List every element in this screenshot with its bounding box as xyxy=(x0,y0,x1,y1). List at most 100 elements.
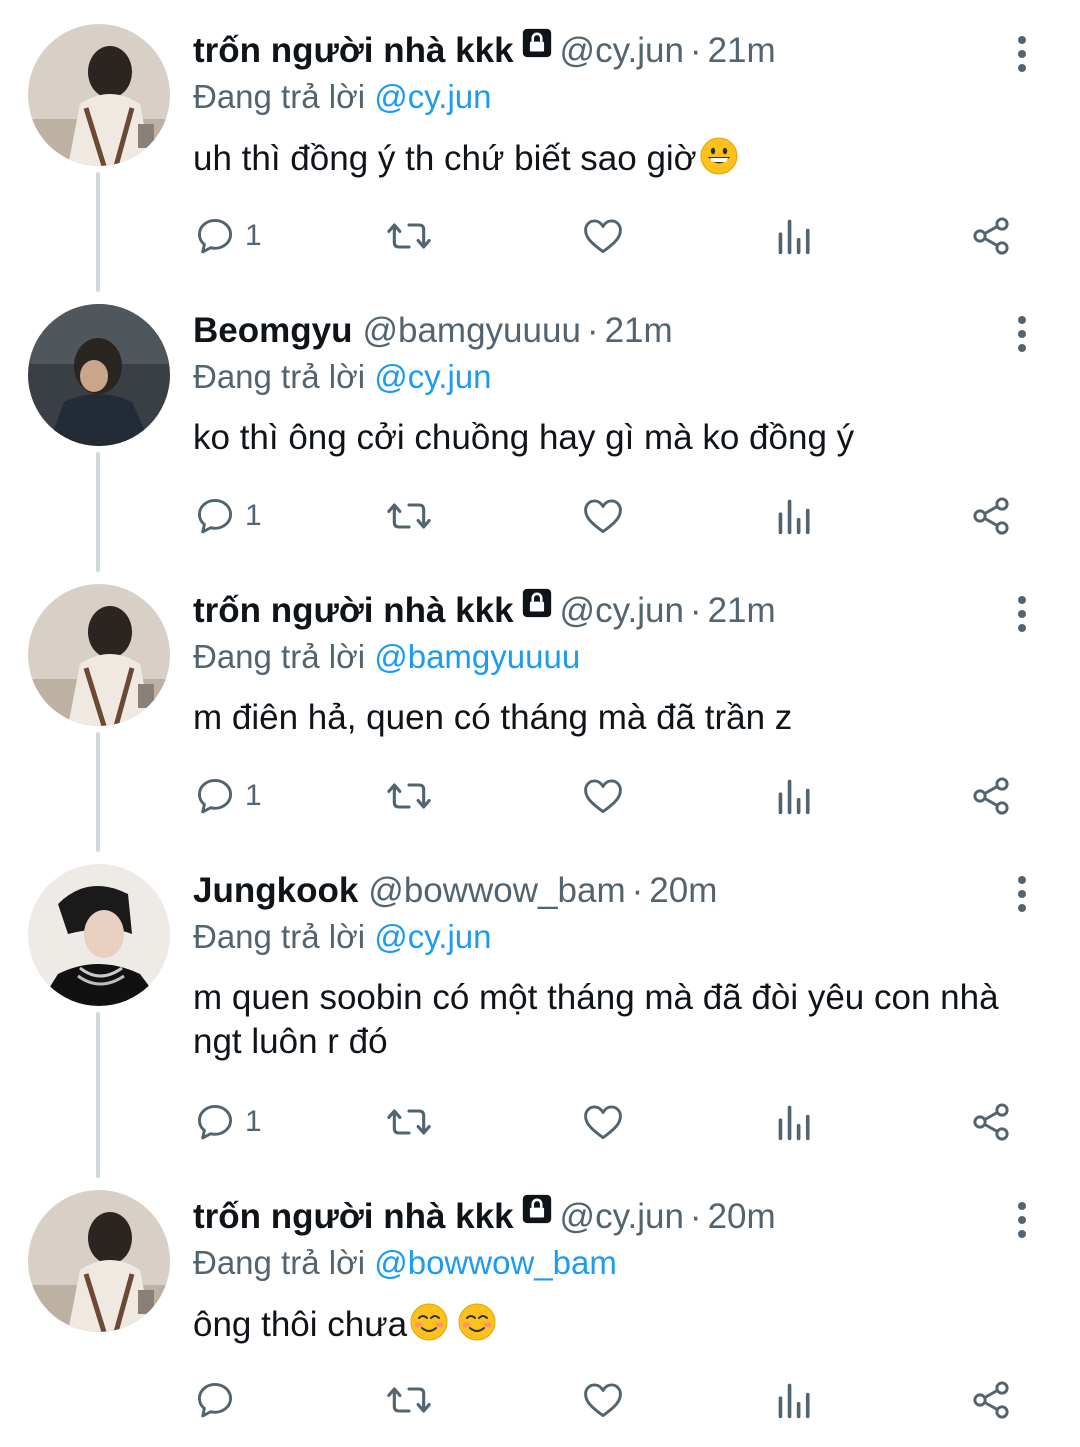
heart-icon xyxy=(584,1383,622,1418)
avatar-cy-jun-image xyxy=(28,24,170,166)
like-button[interactable] xyxy=(581,206,625,266)
replying-to: Đang trả lời @bamgyuuuu xyxy=(193,636,580,678)
reply-count: 1 xyxy=(245,1105,262,1138)
tweet-actions: 1 xyxy=(193,486,1033,546)
handle[interactable]: @cy.jun xyxy=(560,31,684,70)
reply-button[interactable]: 1 xyxy=(193,1092,262,1152)
avatar-jungkook-image xyxy=(28,864,170,1006)
lock-icon xyxy=(520,1192,554,1238)
tweet-header: Jungkook @bowwow_bam · 20m xyxy=(193,868,1000,914)
replying-label: Đang trả lời xyxy=(193,638,366,675)
views-button[interactable] xyxy=(775,206,815,266)
tweet[interactable]: Beomgyu @bamgyuuuu · 21m Đang trả lời @cy.j… xyxy=(0,280,1080,560)
avatar[interactable] xyxy=(28,1190,170,1332)
timestamp[interactable]: 20m xyxy=(708,1197,776,1236)
retweet-button[interactable] xyxy=(385,486,433,546)
retweet-button[interactable] xyxy=(385,1370,433,1430)
share-icon xyxy=(973,1103,1009,1141)
more-options-icon[interactable] xyxy=(1004,594,1040,634)
avatar[interactable] xyxy=(28,24,170,166)
replying-label: Đang trả lời xyxy=(193,1244,366,1281)
tweet-text-content: uh thì đồng ý th chứ biết sao giờ xyxy=(193,139,697,178)
tweet[interactable]: Jungkook @bowwow_bam · 20m Đang trả lời @cy… xyxy=(0,840,1080,1166)
timestamp[interactable]: 21m xyxy=(708,31,776,70)
share-button[interactable] xyxy=(969,1092,1013,1152)
timestamp[interactable]: 21m xyxy=(605,311,673,350)
retweet-icon xyxy=(387,1109,431,1135)
tweet-text-content: m điên hả, quen có tháng mà đã trần z xyxy=(193,698,793,737)
mention-link[interactable]: @cy.jun xyxy=(374,918,491,955)
replying-to: Đang trả lời @cy.jun xyxy=(193,356,491,398)
replying-to: Đang trả lời @bowwow_bam xyxy=(193,1242,617,1284)
timestamp[interactable]: 21m xyxy=(708,591,776,630)
handle[interactable]: @cy.jun xyxy=(560,591,684,630)
more-options-icon[interactable] xyxy=(1004,314,1040,354)
retweet-button[interactable] xyxy=(385,206,433,266)
display-name[interactable]: trốn người nhà kkk xyxy=(193,1197,514,1236)
reply-icon xyxy=(197,1382,233,1418)
handle[interactable]: @cy.jun xyxy=(560,1197,684,1236)
tweet-actions: 1 xyxy=(193,1092,1033,1152)
avatar[interactable] xyxy=(28,864,170,1006)
retweet-icon xyxy=(387,783,431,809)
handle[interactable]: @bowwow_bam xyxy=(368,871,625,910)
replying-label: Đang trả lời xyxy=(193,358,366,395)
share-button[interactable] xyxy=(969,766,1013,826)
display-name[interactable]: Beomgyu xyxy=(193,311,352,350)
display-name[interactable]: trốn người nhà kkk xyxy=(193,31,514,70)
views-button[interactable] xyxy=(775,1370,815,1430)
like-button[interactable] xyxy=(581,766,625,826)
display-name[interactable]: trốn người nhà kkk xyxy=(193,591,514,630)
mention-link[interactable]: @bamgyuuuu xyxy=(374,638,580,675)
reply-button[interactable]: 1 xyxy=(193,766,262,826)
share-button[interactable] xyxy=(969,206,1013,266)
heart-icon xyxy=(584,219,622,254)
like-button[interactable] xyxy=(581,486,625,546)
like-button[interactable] xyxy=(581,1092,625,1152)
tweet-actions: 1 xyxy=(193,766,1033,826)
analytics-icon xyxy=(778,1383,810,1419)
handle[interactable]: @bamgyuuuu xyxy=(362,311,580,350)
tweet-text: m điên hả, quen có tháng mà đã trần z xyxy=(193,696,1020,740)
grinning-face-emoji xyxy=(699,136,739,176)
reply-icon xyxy=(197,1104,233,1140)
retweet-button[interactable] xyxy=(385,766,433,826)
more-options-icon[interactable] xyxy=(1004,874,1040,914)
reply-button[interactable] xyxy=(193,1370,245,1430)
mention-link[interactable]: @bowwow_bam xyxy=(374,1244,617,1281)
views-button[interactable] xyxy=(775,486,815,546)
tweet-header: trốn người nhà kkk @cy.jun · 21m xyxy=(193,588,1000,634)
separator-dot: · xyxy=(689,591,702,630)
retweet-icon xyxy=(387,223,431,249)
views-button[interactable] xyxy=(775,1092,815,1152)
replying-label: Đang trả lời xyxy=(193,918,366,955)
analytics-icon xyxy=(778,779,810,815)
more-options-icon[interactable] xyxy=(1004,34,1040,74)
heart-icon xyxy=(584,779,622,814)
avatar[interactable] xyxy=(28,304,170,446)
reply-button[interactable]: 1 xyxy=(193,486,262,546)
views-button[interactable] xyxy=(775,766,815,826)
share-button[interactable] xyxy=(969,486,1013,546)
tweet-text: m quen soobin có một tháng mà đã đòi yêu… xyxy=(193,976,1020,1064)
tweet-text: ko thì ông cởi chuồng hay gì mà ko đồng … xyxy=(193,416,1020,460)
tweet-text-content: ông thôi chưa xyxy=(193,1305,408,1344)
analytics-icon xyxy=(778,499,810,535)
mention-link[interactable]: @cy.jun xyxy=(374,358,491,395)
retweet-button[interactable] xyxy=(385,1092,433,1152)
reply-count: 1 xyxy=(245,779,262,812)
tweet-text: uh thì đồng ý th chứ biết sao giờ xyxy=(193,136,1020,181)
tweet-text: ông thôi chưa xyxy=(193,1302,1020,1347)
more-options-icon[interactable] xyxy=(1004,1200,1040,1240)
timestamp[interactable]: 20m xyxy=(649,871,717,910)
tweet[interactable]: trốn người nhà kkk @cy.jun · 21m Đang trả l… xyxy=(0,0,1080,280)
mention-link[interactable]: @cy.jun xyxy=(374,78,491,115)
tweet[interactable]: trốn người nhà kkk @cy.jun · 20m Đang trả l… xyxy=(0,1166,1080,1447)
display-name[interactable]: Jungkook xyxy=(193,871,358,910)
tweet-header: Beomgyu @bamgyuuuu · 21m xyxy=(193,308,1000,354)
share-button[interactable] xyxy=(969,1370,1013,1430)
tweet[interactable]: trốn người nhà kkk @cy.jun · 21m Đang trả l… xyxy=(0,560,1080,840)
reply-button[interactable]: 1 xyxy=(193,206,262,266)
like-button[interactable] xyxy=(581,1370,625,1430)
avatar[interactable] xyxy=(28,584,170,726)
